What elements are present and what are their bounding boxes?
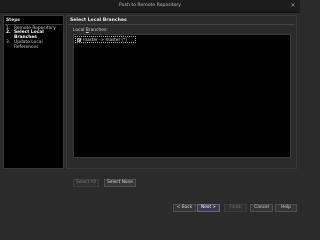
help-button[interactable]: Help <box>275 204 297 212</box>
step-label: Update Local References <box>14 40 43 51</box>
local-branches-label: Local Branches: <box>73 28 108 33</box>
branch-row-master[interactable]: master -> master [*] <box>75 36 136 43</box>
content-panel: Select Local Branches Local Branches: ma… <box>66 15 297 169</box>
label-suffix: ranches: <box>88 28 108 33</box>
next-button[interactable]: Next > <box>197 204 220 212</box>
close-icon[interactable]: ✕ <box>289 2 297 10</box>
cancel-button[interactable]: Cancel <box>250 204 273 212</box>
steps-panel: Steps 1. Remote Repository 2. Select Loc… <box>3 15 64 169</box>
branch-label: master -> master [*] <box>83 37 127 42</box>
window-title: Push to Remote Repository <box>118 3 182 8</box>
step-update-local-references: 3. Update Local References <box>6 40 61 51</box>
panel-title: Select Local Branches <box>70 17 127 23</box>
label-prefix: Local <box>73 28 86 33</box>
steps-title: Steps <box>6 17 20 23</box>
panel-divider <box>68 23 295 25</box>
select-all-button[interactable]: Select All <box>73 179 99 187</box>
steps-list: 1. Remote Repository 2. Select Local Bra… <box>4 25 63 52</box>
branch-checkbox[interactable] <box>77 37 81 42</box>
finish-button[interactable]: Finish <box>224 204 247 212</box>
window-titlebar: Push to Remote Repository ✕ <box>0 0 300 13</box>
back-button[interactable]: < Back <box>173 204 196 212</box>
local-branches-list[interactable]: master -> master [*] <box>73 34 291 158</box>
step-number: 3. <box>6 40 11 46</box>
select-none-button[interactable]: Select None <box>104 179 136 187</box>
